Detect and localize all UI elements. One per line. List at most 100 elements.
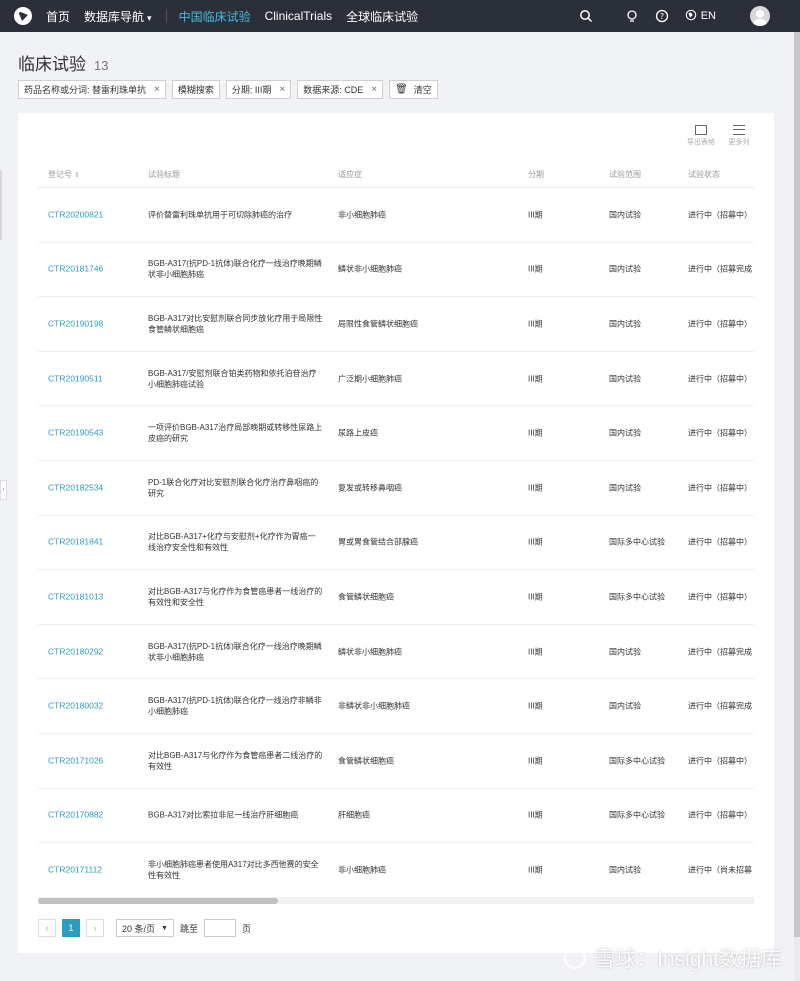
prev-page-button[interactable]: ‹ xyxy=(38,919,56,937)
trial-title: BGB-A317(抗PD-1抗体)联合化疗一线治疗晚期鳞状非小细胞肺癌 xyxy=(148,259,322,280)
language-switch[interactable]: EN xyxy=(685,9,716,24)
trial-scope: 国内试验 xyxy=(609,319,641,329)
trial-id-link[interactable]: CTR20190543 xyxy=(48,428,103,439)
nav-right-tools: ? EN xyxy=(579,0,800,32)
filter-chip-fuzzy[interactable]: 模糊搜索 xyxy=(171,80,220,99)
top-navbar: 首页 数据库导航 ▾ 中国临床试验 ClinicalTrials 全球临床试验 ?… xyxy=(0,0,800,32)
next-page-button[interactable]: › xyxy=(86,919,104,937)
close-icon[interactable]: × xyxy=(154,84,160,95)
horizontal-scrollbar-thumb[interactable] xyxy=(38,898,278,904)
trial-id-link[interactable]: CTR20180292 xyxy=(48,646,103,657)
trial-id-link[interactable]: CTR20170882 xyxy=(48,810,103,821)
trial-scope: 国内试验 xyxy=(609,865,641,875)
trial-scope: 国际多中心试验 xyxy=(609,537,665,547)
export-table-button[interactable]: 导出表格 xyxy=(686,125,716,147)
trial-title: BGB-A317对比索拉非尼一线治疗肝细胞癌 xyxy=(148,810,299,820)
user-avatar[interactable] xyxy=(750,6,770,26)
trial-id-link[interactable]: CTR20171112 xyxy=(48,864,102,875)
trial-indication: 食管鳞状细胞癌 xyxy=(338,756,394,766)
trial-title: BGB-A317(抗PD-1抗体)联合化疗一线治疗晚期鳞状非小细胞肺癌 xyxy=(148,641,322,662)
clear-filters-button[interactable]: 🗑 清空 xyxy=(389,80,438,99)
chevron-down-icon: ▾ xyxy=(147,12,152,23)
trial-status: 进行中（招募中） xyxy=(688,374,752,384)
filter-chip-label: 模糊搜索 xyxy=(177,85,214,95)
close-icon[interactable]: × xyxy=(371,84,377,95)
trial-indication: 食管鳞状细胞癌 xyxy=(338,592,394,602)
table-row: CTR20180032 BGB-A317(抗PD-1抗体)联合化疗一线治疗非鳞非… xyxy=(38,679,754,734)
page-size-value: 20 条/页 xyxy=(122,923,156,934)
watermark: 雪球：Insight数据库 xyxy=(564,943,782,973)
trial-status: 进行中（招募完成 xyxy=(688,647,752,657)
trial-id-link[interactable]: CTR20181013 xyxy=(48,591,103,602)
column-header-id[interactable]: 登记号 ⇕ xyxy=(48,169,80,180)
nav-database-nav[interactable]: 数据库导航 ▾ xyxy=(84,8,152,25)
trial-id-link[interactable]: CTR20200821 xyxy=(48,209,103,220)
help-icon[interactable]: ? xyxy=(655,9,669,23)
trial-status: 进行中（招募完成 xyxy=(688,264,752,274)
trial-title: 对比BGB-A317+化疗与安慰剂+化疗作为胃癌一线治疗安全性和有效性 xyxy=(148,532,316,553)
trial-phase: III期 xyxy=(528,701,543,711)
trial-phase: III期 xyxy=(528,264,543,274)
jump-page-input[interactable] xyxy=(203,919,236,937)
table-row: CTR20181013 对比BGB-A317与化疗作为食管癌患者一线治疗的有效性… xyxy=(38,570,754,625)
nav-divider xyxy=(165,9,167,23)
trial-phase: III期 xyxy=(528,374,543,384)
trial-phase: III期 xyxy=(528,428,543,438)
nav-home[interactable]: 首页 xyxy=(46,8,70,25)
nav-china-clinical-trials[interactable]: 中国临床试验 xyxy=(179,8,251,25)
trial-phase: III期 xyxy=(528,210,543,220)
sort-icon[interactable]: ⇕ xyxy=(74,172,80,179)
trial-id-link[interactable]: CTR20171026 xyxy=(48,755,103,766)
trial-title: BGB-A317/安慰剂联合铂类药物和依托泊苷治疗小细胞肺癌试验 xyxy=(148,368,317,389)
column-header-phase: 分期 xyxy=(528,170,544,179)
trial-phase: III期 xyxy=(528,865,543,875)
trial-indication: 广泛期小细胞肺癌 xyxy=(338,374,402,384)
trial-title: PD-1联合化疗对比安慰剂联合化疗治疗鼻咽癌的研究 xyxy=(148,477,319,498)
trial-scope: 国际多中心试验 xyxy=(609,756,665,766)
chevron-down-icon: ▼ xyxy=(161,924,168,932)
trial-indication: 非鳞状非小细胞肺癌 xyxy=(338,701,410,711)
table-row: CTR20190511 BGB-A317/安慰剂联合铂类药物和依托泊苷治疗小细胞… xyxy=(38,352,754,407)
page-size-select[interactable]: 20 条/页 ▼ xyxy=(116,919,174,937)
lightbulb-icon[interactable] xyxy=(625,9,639,23)
table-row: CTR20190543 一项评价BGB-A317治疗局部晚期或转移性尿路上皮癌的… xyxy=(38,406,754,461)
table-row: CTR20200821 评价替雷利珠单抗用于可切除肺癌的治疗 非小细胞肺癌 II… xyxy=(38,188,754,243)
pagination: ‹ 1 › 20 条/页 ▼ 跳至 页 xyxy=(38,919,251,937)
trial-indication: 局限性食管鳞状细胞癌 xyxy=(338,319,418,329)
filter-chip-source[interactable]: 数据来源: CDE × xyxy=(297,80,384,99)
table-header: 登记号 ⇕ 试验标题 适应症 分期 试验范围 试验状态 xyxy=(38,158,754,188)
horizontal-scrollbar[interactable] xyxy=(38,898,754,904)
trial-id-link[interactable]: CTR20190198 xyxy=(48,318,103,329)
column-header-status: 试验状态 xyxy=(688,170,720,179)
filter-chip-phase[interactable]: 分期: III期 × xyxy=(225,80,292,99)
table-row: CTR20171112 非小细胞肺癌患者使用A317对比多西他赛的安全性有效性 … xyxy=(38,843,754,898)
nav-clinicaltrials[interactable]: ClinicalTrials xyxy=(265,9,333,23)
results-card: 导出表格 更多列 登记号 ⇕ 试验标题 适应症 分期 试验范围 试验状态 CTR2… xyxy=(18,113,774,953)
nav-global-clinical-trials[interactable]: 全球临床试验 xyxy=(346,8,418,25)
close-icon[interactable]: × xyxy=(279,84,285,95)
table-row: CTR20170882 BGB-A317对比索拉非尼一线治疗肝细胞癌 肝细胞癌 … xyxy=(38,789,754,844)
trial-status: 进行中（招募中） xyxy=(688,483,752,493)
column-header-id-label: 登记号 xyxy=(48,170,72,179)
filter-chip-drug[interactable]: 药品名称或分词: 替雷利珠单抗 × xyxy=(18,80,166,99)
trial-id-link[interactable]: CTR20181841 xyxy=(48,537,103,548)
trial-id-link[interactable]: CTR20181746 xyxy=(48,264,103,275)
watermark-text: 雪球：Insight数据库 xyxy=(594,948,782,971)
trial-scope: 国内试验 xyxy=(609,428,641,438)
page-number-button[interactable]: 1 xyxy=(62,919,80,937)
vertical-scrollbar[interactable] xyxy=(794,32,800,981)
export-label: 导出表格 xyxy=(687,139,715,146)
page-label: 页 xyxy=(241,923,251,934)
trial-id-link[interactable]: CTR20190511 xyxy=(48,373,103,384)
trial-title: 一项评价BGB-A317治疗局部晚期或转移性尿路上皮癌的研究 xyxy=(148,423,323,444)
search-icon[interactable] xyxy=(579,9,593,23)
trial-status: 进行中（招募中） xyxy=(688,319,752,329)
table-row: CTR20180292 BGB-A317(抗PD-1抗体)联合化疗一线治疗晚期鳞… xyxy=(38,625,754,680)
trial-id-link[interactable]: CTR20182534 xyxy=(48,482,103,493)
insight-logo-icon[interactable] xyxy=(14,7,32,25)
expand-sidebar-toggle[interactable]: › xyxy=(0,480,7,500)
vertical-scrollbar-thumb[interactable] xyxy=(794,32,800,937)
trial-scope: 国内试验 xyxy=(609,701,641,711)
more-columns-button[interactable]: 更多列 xyxy=(724,125,754,147)
trial-id-link[interactable]: CTR20180032 xyxy=(48,701,103,712)
